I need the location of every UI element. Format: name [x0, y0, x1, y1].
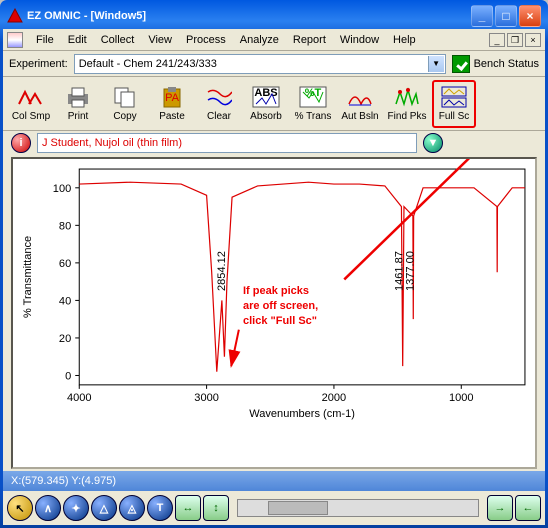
menubar: FileEditCollectViewProcessAnalyzeReportW…	[3, 29, 545, 51]
menu-analyze[interactable]: Analyze	[233, 32, 286, 48]
spectrum-title: J Student, Nujol oil (thin film)	[42, 137, 182, 149]
menu-collect[interactable]: Collect	[94, 32, 142, 48]
spectrum-title-field[interactable]: J Student, Nujol oil (thin film)	[37, 133, 417, 153]
bottom-toolbar: ↖ ∧ ✦ △ ◬ T ↔ ↕ → ←	[3, 491, 545, 525]
svg-text:1377.00: 1377.00	[404, 251, 416, 291]
copy-icon	[111, 85, 139, 109]
expand-v-button[interactable]: ↕	[203, 495, 229, 521]
toolbar: Col SmpPrintCopyPAPasteClearABSAbsorb%T%…	[3, 77, 545, 131]
status-bar: X:(579.345) Y:(4.975)	[3, 471, 545, 491]
close-button[interactable]: ×	[519, 5, 541, 27]
svg-text:2000: 2000	[322, 392, 347, 404]
experiment-label: Experiment:	[9, 58, 68, 70]
menu-report[interactable]: Report	[286, 32, 333, 48]
svg-text:3000: 3000	[194, 392, 219, 404]
window-titlebar: EZ OMNIC - [Window5] _ □ ×	[3, 3, 545, 29]
svg-text:40: 40	[59, 295, 71, 307]
text-tool-button[interactable]: T	[147, 495, 173, 521]
paste-icon: PA	[158, 85, 186, 109]
arrow-left-button[interactable]: ←	[515, 495, 541, 521]
check-icon	[452, 55, 470, 73]
trans-icon: %T	[299, 85, 327, 109]
home-button[interactable]: ↖	[7, 495, 33, 521]
toolbar-trans-button[interactable]: %T% Trans	[291, 80, 335, 128]
menu-help[interactable]: Help	[386, 32, 423, 48]
toolbar-full-sc-button[interactable]: Full Sc	[432, 80, 476, 128]
svg-text:4000: 4000	[67, 392, 92, 404]
col-smp-icon	[17, 85, 45, 109]
aut-bsln-icon	[346, 85, 374, 109]
mdi-minimize-button[interactable]: _	[489, 33, 505, 47]
menu-view[interactable]: View	[141, 32, 179, 48]
absorb-icon: ABS	[252, 85, 280, 109]
tool-d-button[interactable]: ◬	[119, 495, 145, 521]
mdi-close-button[interactable]: ×	[525, 33, 541, 47]
svg-text:PA: PA	[165, 92, 180, 104]
toolbar-aut-bsln-button[interactable]: Aut Bsln	[338, 80, 382, 128]
plot-area[interactable]: 0 20 40 60 80 100 4000 3000 2000 1000 Wavenumbers …	[11, 157, 537, 469]
svg-text:1000: 1000	[449, 392, 474, 404]
menu-edit[interactable]: Edit	[61, 32, 94, 48]
svg-text:Wavenumbers (cm-1): Wavenumbers (cm-1)	[249, 408, 355, 420]
svg-text:60: 60	[59, 258, 71, 270]
experiment-bar: Experiment: Default - Chem 241/243/333 ▼…	[3, 51, 545, 77]
window-title: EZ OMNIC - [Window5]	[27, 10, 146, 22]
svg-text:20: 20	[59, 333, 71, 345]
toolbar-copy-button[interactable]: Copy	[103, 80, 147, 128]
find-pks-icon	[393, 85, 421, 109]
experiment-value: Default - Chem 241/243/333	[79, 58, 217, 70]
annotation-text: If peak picks are off screen, click "Ful…	[243, 284, 318, 329]
menu-process[interactable]: Process	[179, 32, 233, 48]
expand-h-button[interactable]: ↔	[175, 495, 201, 521]
svg-text:80: 80	[59, 220, 71, 232]
menu-file[interactable]: File	[29, 32, 61, 48]
minimize-button[interactable]: _	[471, 5, 493, 27]
tool-c-button[interactable]: △	[91, 495, 117, 521]
chevron-down-icon: ▼	[428, 56, 444, 72]
mdi-restore-button[interactable]: ❐	[507, 33, 523, 47]
tool-b-button[interactable]: ✦	[63, 495, 89, 521]
cursor-coords: X:(579.345) Y:(4.975)	[11, 475, 116, 487]
svg-text:2854.12: 2854.12	[216, 251, 228, 291]
svg-text:% Transmittance: % Transmittance	[22, 236, 34, 318]
app-icon	[7, 8, 23, 24]
menu-window[interactable]: Window	[333, 32, 386, 48]
info-icon[interactable]: i	[11, 133, 31, 153]
arrow-right-button[interactable]: →	[487, 495, 513, 521]
mdi-icon[interactable]	[7, 32, 23, 48]
print-icon	[64, 85, 92, 109]
toolbar-print-button[interactable]: Print	[56, 80, 100, 128]
toolbar-col-smp-button[interactable]: Col Smp	[9, 80, 53, 128]
svg-text:100: 100	[53, 183, 71, 195]
svg-text:0: 0	[65, 370, 71, 382]
toolbar-clear-button[interactable]: Clear	[197, 80, 241, 128]
experiment-select[interactable]: Default - Chem 241/243/333 ▼	[74, 54, 446, 74]
toolbar-paste-button[interactable]: PAPaste	[150, 80, 194, 128]
clear-icon	[205, 85, 233, 109]
toolbar-absorb-button[interactable]: ABSAbsorb	[244, 80, 288, 128]
toolbar-find-pks-button[interactable]: Find Pks	[385, 80, 429, 128]
nav-down-icon[interactable]: ▼	[423, 133, 443, 153]
bench-status[interactable]: Bench Status	[452, 55, 539, 73]
bench-status-label: Bench Status	[474, 58, 539, 70]
tool-a-button[interactable]: ∧	[35, 495, 61, 521]
maximize-button[interactable]: □	[495, 5, 517, 27]
svg-text:ABS: ABS	[254, 87, 277, 99]
scrollbar-h[interactable]	[237, 499, 479, 517]
info-bar: i J Student, Nujol oil (thin film) ▼	[3, 131, 545, 155]
full-sc-icon	[440, 85, 468, 109]
